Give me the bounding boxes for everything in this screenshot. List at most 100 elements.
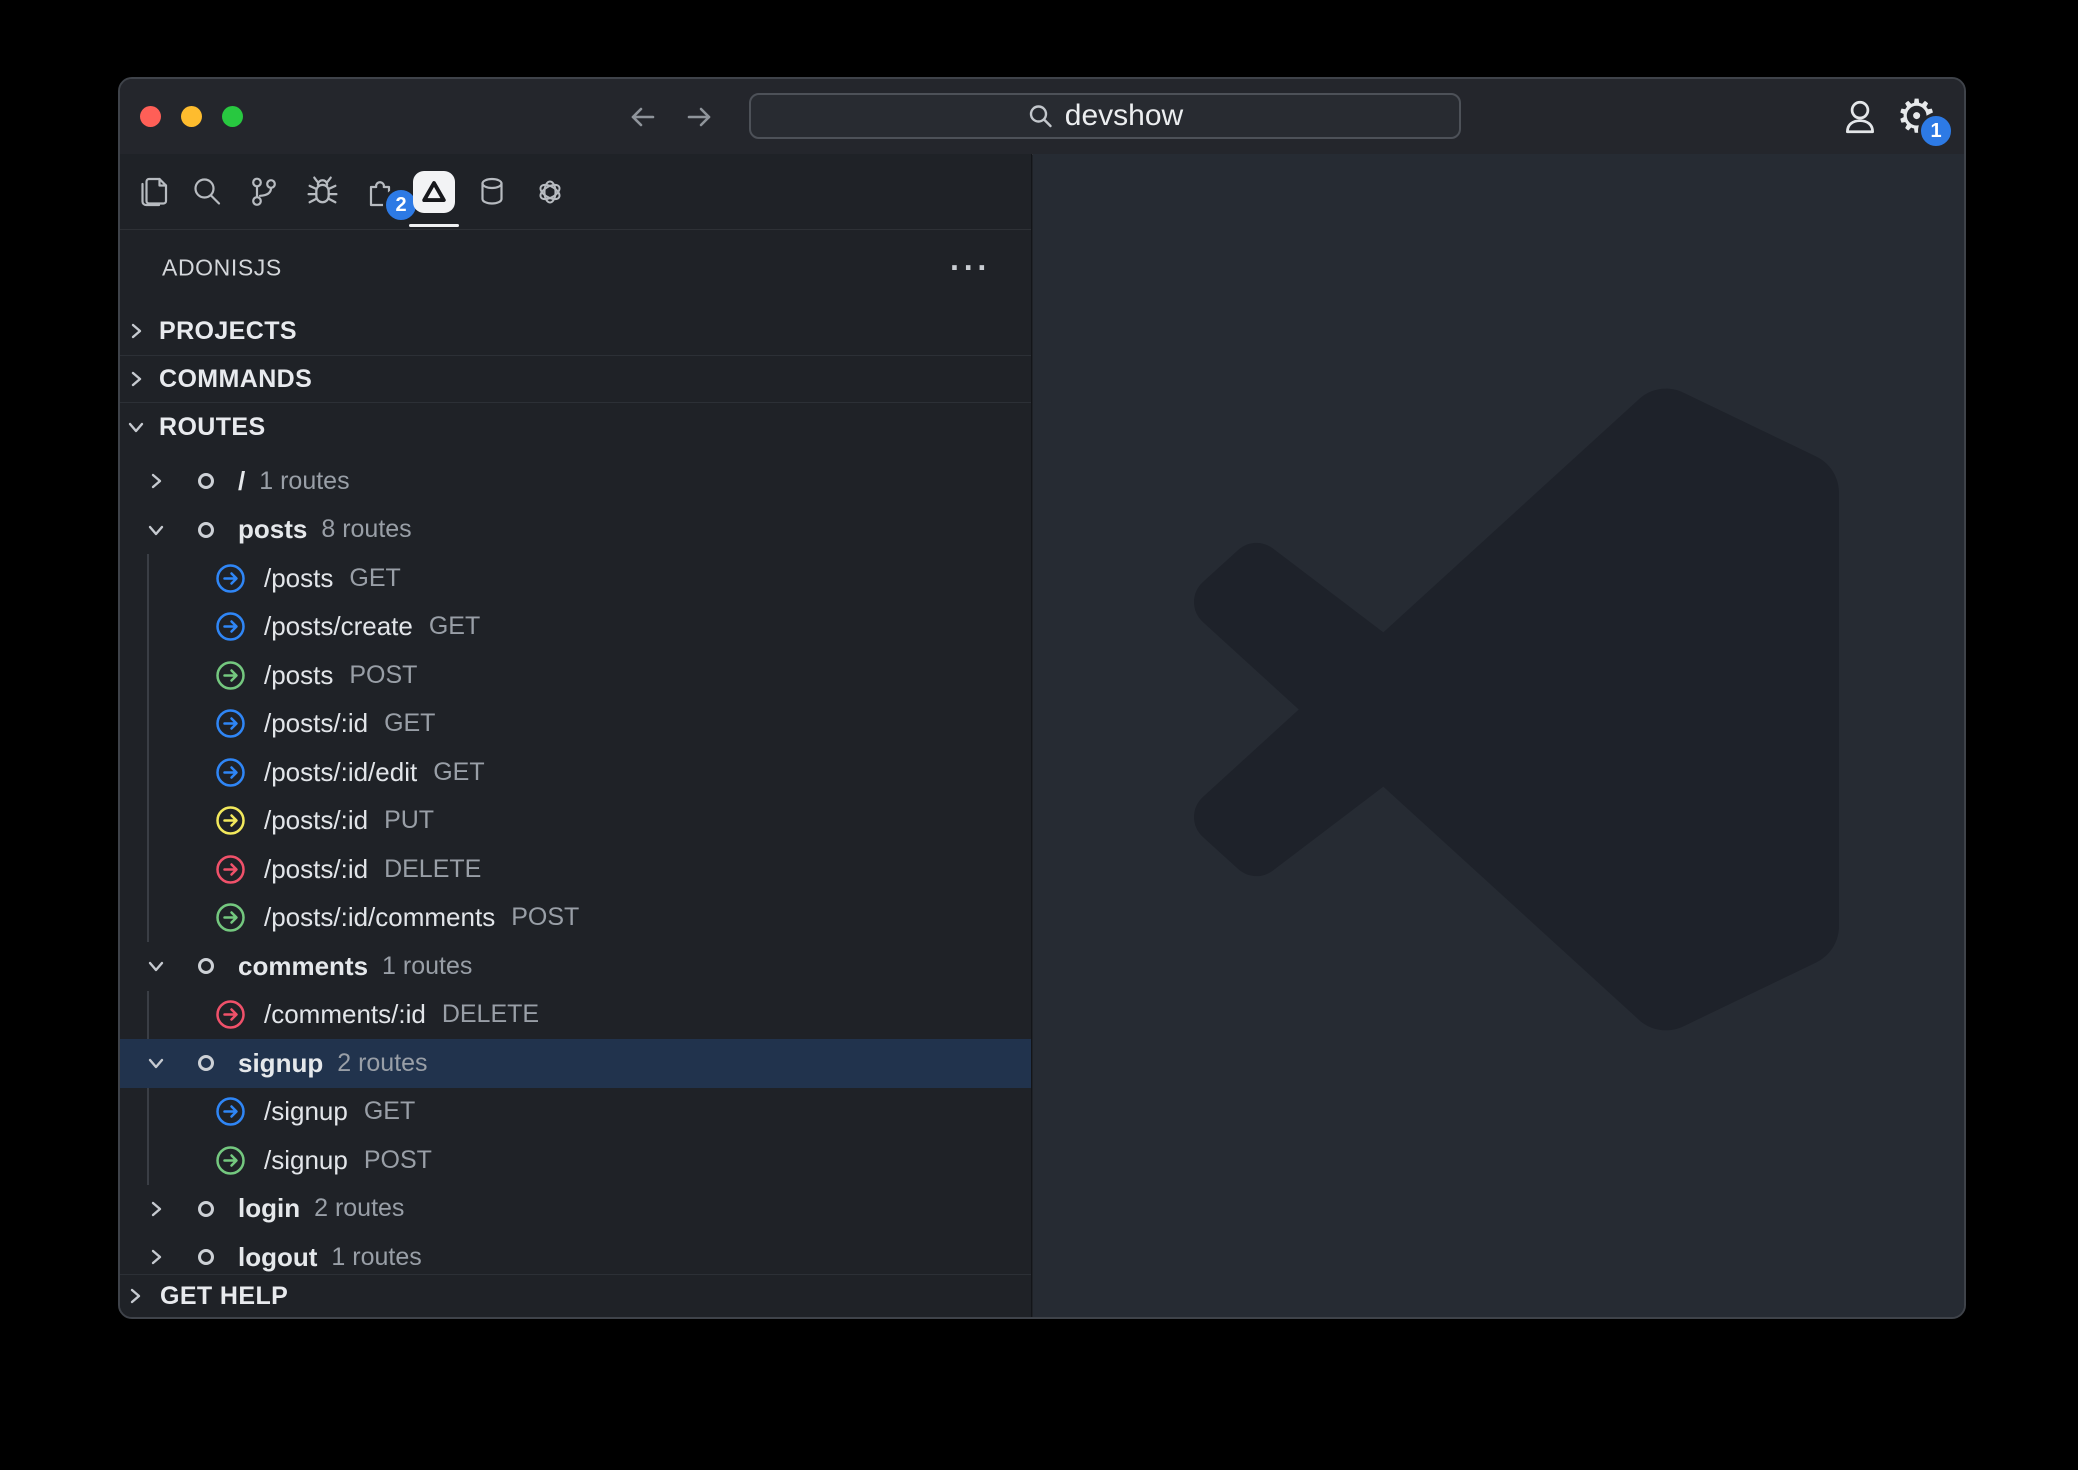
panel-header: ADONISJS ··· <box>120 229 1031 307</box>
route-item[interactable]: /posts/create GET <box>120 603 1031 652</box>
section-commands[interactable]: COMMANDS <box>120 356 1031 403</box>
route-method: GET <box>384 709 435 738</box>
adonisjs-extension-icon[interactable] <box>411 154 457 229</box>
route-item[interactable]: /posts POST <box>120 651 1031 700</box>
group-count: 8 routes <box>321 515 411 544</box>
source-control-icon[interactable] <box>241 154 287 229</box>
more-actions-icon[interactable]: ··· <box>950 250 991 287</box>
command-center-search[interactable]: devshow <box>749 93 1461 139</box>
route-path: /comments/:id <box>264 999 426 1030</box>
route-item[interactable]: /posts/:id PUT <box>120 797 1031 846</box>
route-method: DELETE <box>442 1000 539 1029</box>
panel-title: ADONISJS <box>162 255 282 282</box>
section-routes[interactable]: ROUTES <box>120 403 1031 451</box>
route-group-signup-selected[interactable]: signup 2 routes <box>120 1039 1031 1088</box>
route-group-posts[interactable]: posts 8 routes <box>120 506 1031 555</box>
minimize-window-button[interactable] <box>181 106 202 127</box>
route-group-root[interactable]: / 1 routes <box>120 457 1031 506</box>
routes-tree: / 1 routes posts 8 routes /posts GET /po… <box>120 457 1031 1282</box>
route-item[interactable]: /posts GET <box>120 554 1031 603</box>
post-method-icon <box>215 660 246 691</box>
explorer-icon[interactable] <box>131 154 177 229</box>
section-label: ROUTES <box>159 413 266 442</box>
post-method-icon <box>215 1145 246 1176</box>
get-method-icon <box>215 1096 246 1127</box>
vscode-window: devshow ⚙ 1 2 <box>118 77 1966 1319</box>
route-path: /posts/:id <box>264 805 368 836</box>
active-view-underline <box>409 224 459 228</box>
group-name: logout <box>238 1242 317 1273</box>
vscode-logo-watermark <box>1194 387 1839 1032</box>
group-name: signup <box>238 1048 323 1079</box>
section-label: COMMANDS <box>159 365 312 394</box>
search-icon <box>1027 103 1054 130</box>
group-circle-icon <box>198 1201 214 1217</box>
route-path: /posts/:id/edit <box>264 757 417 788</box>
group-count: 1 routes <box>382 952 472 981</box>
adonisjs-logo <box>413 171 455 213</box>
chevron-down-icon <box>146 1053 166 1073</box>
sidebar: 2 ADONISJS ··· <box>120 154 1032 1317</box>
chevron-down-icon <box>146 956 166 976</box>
put-method-icon <box>215 805 246 836</box>
settings-gear-button[interactable]: ⚙ 1 <box>1896 87 1948 145</box>
route-method: POST <box>349 661 417 690</box>
settings-badge: 1 <box>1918 113 1954 149</box>
group-circle-icon <box>198 1249 214 1265</box>
chevron-down-icon <box>146 520 166 540</box>
route-item[interactable]: /posts/:id GET <box>120 700 1031 749</box>
chevron-right-icon <box>146 1199 166 1219</box>
search-value: devshow <box>1065 99 1183 133</box>
route-path: /posts <box>264 660 333 691</box>
route-item[interactable]: /signup GET <box>120 1088 1031 1137</box>
route-item[interactable]: /posts/:id/comments POST <box>120 894 1031 943</box>
zoom-window-button[interactable] <box>222 106 243 127</box>
route-item[interactable]: /comments/:id DELETE <box>120 991 1031 1040</box>
section-get-help[interactable]: GET HELP <box>120 1274 1031 1317</box>
get-method-icon <box>215 563 246 594</box>
editor-area <box>1033 154 1964 1317</box>
sections: PROJECTS COMMANDS ROUTES <box>120 307 1031 451</box>
group-name: login <box>238 1193 300 1224</box>
get-method-icon <box>215 757 246 788</box>
section-label: GET HELP <box>160 1282 288 1311</box>
chevron-right-icon <box>146 471 166 491</box>
group-name: posts <box>238 514 307 545</box>
route-method: GET <box>349 564 400 593</box>
route-item[interactable]: /posts/:id DELETE <box>120 845 1031 894</box>
database-icon[interactable] <box>469 154 515 229</box>
route-path: /signup <box>264 1096 348 1127</box>
get-method-icon <box>215 708 246 739</box>
forward-arrow-icon[interactable] <box>680 98 720 136</box>
chevron-right-icon <box>125 1286 145 1306</box>
back-arrow-icon[interactable] <box>622 98 662 136</box>
extensions-icon[interactable]: 2 <box>357 154 403 229</box>
group-circle-icon <box>198 958 214 974</box>
route-path: /posts/create <box>264 611 413 642</box>
group-count: 1 routes <box>331 1243 421 1272</box>
get-method-icon <box>215 611 246 642</box>
route-group-login[interactable]: login 2 routes <box>120 1185 1031 1234</box>
chevron-right-icon <box>146 1247 166 1267</box>
route-method: GET <box>364 1097 415 1126</box>
post-method-icon <box>215 902 246 933</box>
group-count: 2 routes <box>314 1194 404 1223</box>
route-method: GET <box>433 758 484 787</box>
chevron-right-icon <box>126 369 146 389</box>
route-item[interactable]: /posts/:id/edit GET <box>120 748 1031 797</box>
group-name: comments <box>238 951 368 982</box>
route-group-comments[interactable]: comments 1 routes <box>120 942 1031 991</box>
route-path: /posts/:id <box>264 708 368 739</box>
activity-bar: 2 <box>120 154 1031 230</box>
section-projects[interactable]: PROJECTS <box>120 307 1031 356</box>
route-item[interactable]: /signup POST <box>120 1136 1031 1185</box>
close-window-button[interactable] <box>140 106 161 127</box>
route-method: POST <box>511 903 579 932</box>
account-icon[interactable] <box>1840 96 1880 138</box>
route-method: POST <box>364 1146 432 1175</box>
search-view-icon[interactable] <box>184 154 230 229</box>
route-path: /posts/:id <box>264 854 368 885</box>
group-circle-icon <box>198 522 214 538</box>
openai-icon[interactable] <box>527 154 573 229</box>
debug-icon[interactable] <box>299 154 345 229</box>
